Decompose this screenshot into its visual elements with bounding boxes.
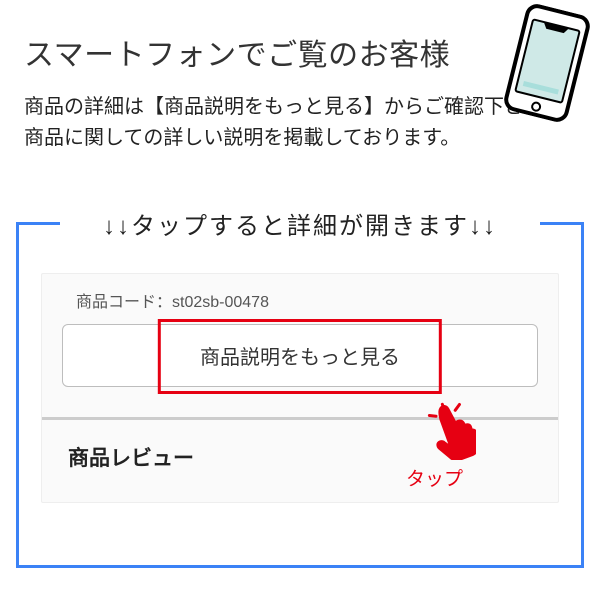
product-code: 商品コード：st02sb-00478 bbox=[42, 284, 558, 324]
show-more-label: 商品説明をもっと見る bbox=[200, 347, 400, 369]
product-code-label: 商品コード： bbox=[76, 294, 172, 311]
description-line2: 商品に関しての詳しい説明を掲載しております。 bbox=[24, 127, 460, 149]
tap-hand-icon bbox=[426, 402, 476, 460]
review-heading: 商品レビュー bbox=[42, 420, 558, 502]
show-more-button[interactable]: 商品説明をもっと見る bbox=[62, 324, 538, 387]
product-code-value: st02sb-00478 bbox=[172, 294, 269, 311]
tap-instruction: ↓↓タップすると詳細が開きます↓↓ bbox=[0, 206, 600, 241]
description-line1: 商品の詳細は【商品説明をもっと見る】からご確認下さい。 bbox=[24, 96, 564, 118]
tap-label: タップ bbox=[406, 464, 463, 491]
instruction-card: 商品コード：st02sb-00478 商品説明をもっと見る タップ 商品レビュー bbox=[16, 222, 584, 568]
sample-panel: 商品コード：st02sb-00478 商品説明をもっと見る タップ 商品レビュー bbox=[41, 273, 559, 503]
